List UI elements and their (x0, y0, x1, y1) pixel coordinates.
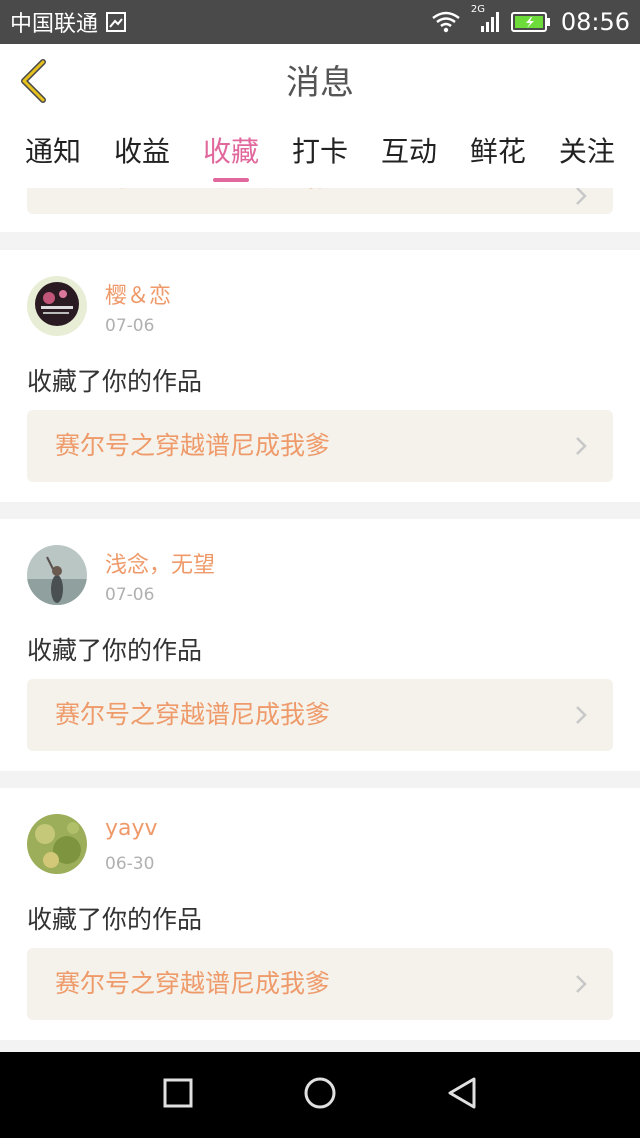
work-title: 赛尔号之穿越谱尼成我爹 (55, 700, 331, 729)
list-item: 浅念，无望 07-06 收藏了你的作品 赛尔号之穿越谱尼成我爹 (0, 519, 640, 771)
circle-icon (303, 1076, 337, 1114)
work-title: 赛尔号之穿越谱尼成我爹 (55, 431, 331, 460)
avatar[interactable] (27, 276, 87, 336)
chevron-left-icon (19, 59, 49, 107)
chevron-right-icon (575, 188, 587, 206)
timestamp: 06-30 (105, 854, 155, 874)
signal-icon: 2G (471, 4, 501, 34)
work-link[interactable]: 赛尔号之穿越谱尼成我爹 (27, 188, 613, 214)
recent-apps-button[interactable] (160, 1077, 196, 1113)
wifi-icon (431, 10, 461, 34)
tab-interactions[interactable]: 互动 (381, 122, 437, 188)
tab-following[interactable]: 关注 (559, 122, 615, 188)
list-item-partial: 赛尔号之穿越谱尼成我爹 (0, 188, 640, 232)
username[interactable]: yayv (105, 816, 158, 841)
work-link[interactable]: 赛尔号之穿越谱尼成我爹 (27, 410, 613, 482)
system-navigation-bar (0, 1052, 640, 1138)
list-item: 樱＆恋 07-06 收藏了你的作品 赛尔号之穿越谱尼成我爹 (0, 250, 640, 502)
chevron-right-icon (575, 974, 587, 994)
tab-checkin[interactable]: 打卡 (292, 122, 348, 188)
action-description: 收藏了你的作品 (27, 905, 203, 934)
work-link[interactable]: 赛尔号之穿越谱尼成我爹 (27, 948, 613, 1020)
gallery-notification-icon (106, 12, 127, 32)
action-description: 收藏了你的作品 (27, 367, 203, 396)
app-header: 消息 (0, 44, 640, 123)
network-type-label: 2G (470, 4, 485, 15)
avatar[interactable] (27, 545, 87, 605)
tab-favorites[interactable]: 收藏 (203, 122, 259, 188)
action-description: 收藏了你的作品 (27, 636, 203, 665)
avatar[interactable] (27, 814, 87, 874)
username[interactable]: 浅念，无望 (105, 547, 215, 579)
square-icon (163, 1078, 193, 1112)
clock: 08:56 (560, 8, 630, 36)
tab-flowers[interactable]: 鲜花 (470, 122, 526, 188)
work-title: 赛尔号之穿越谱尼成我爹 (55, 969, 331, 998)
work-link[interactable]: 赛尔号之穿越谱尼成我爹 (27, 679, 613, 751)
tab-earnings[interactable]: 收益 (114, 122, 170, 188)
status-bar: 中国联通 2G 08:56 (0, 0, 640, 44)
chevron-right-icon (575, 436, 587, 456)
page-title: 消息 (286, 63, 354, 103)
battery-icon (510, 11, 551, 33)
back-button[interactable] (14, 58, 54, 108)
system-back-button[interactable] (444, 1077, 480, 1113)
username[interactable]: 樱＆恋 (105, 278, 171, 310)
timestamp: 07-06 (105, 585, 155, 605)
tab-notifications[interactable]: 通知 (25, 122, 81, 188)
carrier-label: 中国联通 (10, 12, 99, 37)
timestamp: 07-06 (105, 316, 155, 336)
message-category-tabs: 通知 收益 收藏 打卡 互动 鲜花 关注 (0, 122, 640, 188)
home-button[interactable] (302, 1077, 338, 1113)
list-item: yayv 06-30 收藏了你的作品 赛尔号之穿越谱尼成我爹 (0, 788, 640, 1040)
work-title: 赛尔号之穿越谱尼成我爹 (55, 188, 341, 214)
chevron-right-icon (575, 705, 587, 725)
favorites-feed[interactable]: 赛尔号之穿越谱尼成我爹 樱＆恋 07-06 收藏了你的作品 赛尔号之穿越谱尼成我… (0, 188, 640, 1052)
triangle-back-icon (446, 1076, 478, 1114)
